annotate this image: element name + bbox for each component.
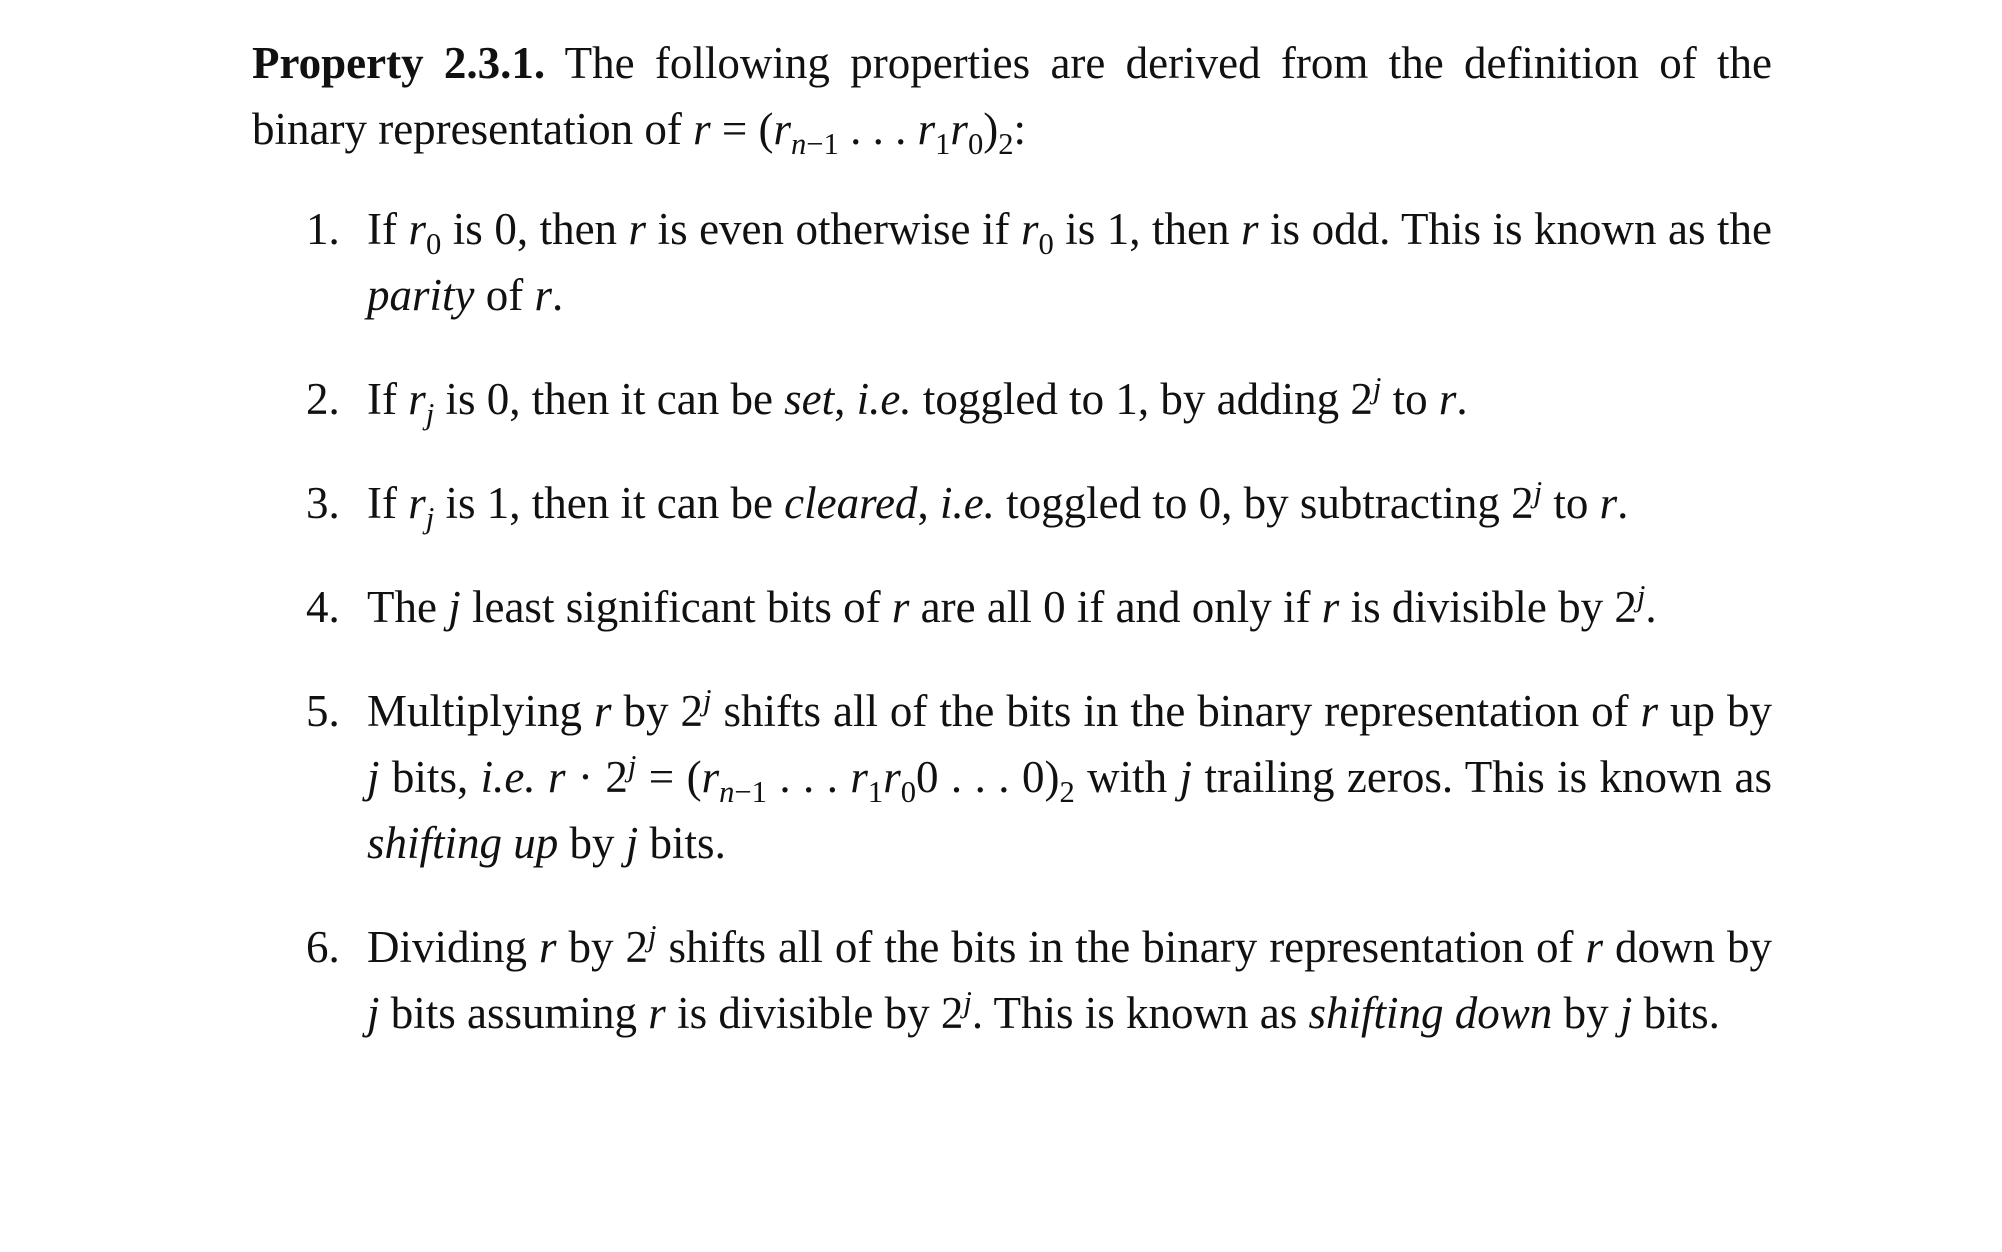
- item-text: is divisible by 2: [665, 988, 964, 1038]
- math-rj: r: [408, 478, 426, 528]
- item-text: ,: [834, 374, 857, 424]
- item-text: least significant bits of: [460, 582, 892, 632]
- item-number: 3.: [306, 478, 340, 528]
- emphasis-cleared: cleared: [784, 478, 918, 528]
- item-text: is 0, then: [441, 204, 629, 254]
- item-text: Dividing: [367, 922, 539, 972]
- item-text: shifts all of the bits in the binary rep…: [711, 686, 1641, 736]
- list-item: 6. Dividing r by 2j shifts all of the bi…: [252, 914, 1772, 1046]
- item-text: is 0, then it can be: [434, 374, 785, 424]
- list-item: 1. If r0 is 0, then r is even otherwise …: [252, 196, 1772, 328]
- item-text: The: [367, 582, 449, 632]
- item-number: 5.: [306, 686, 340, 736]
- item-number: 1.: [306, 204, 340, 254]
- item-text: bits,: [379, 752, 481, 802]
- math-rj: r: [408, 374, 426, 424]
- item-text: bits.: [1632, 988, 1720, 1038]
- emphasis-set: set: [784, 374, 835, 424]
- emphasis-parity: parity: [367, 270, 475, 320]
- list-item: 5. Multiplying r by 2j shifts all of the…: [252, 678, 1772, 876]
- item-text: down by: [1603, 922, 1773, 972]
- list-item: 2. If rj is 0, then it can be set, i.e. …: [252, 366, 1772, 432]
- item-text: up by: [1658, 686, 1773, 736]
- property-list: 1. If r0 is 0, then r is even otherwise …: [252, 196, 1772, 1046]
- item-text: is 1, then: [1053, 204, 1242, 254]
- item-text: bits.: [638, 818, 726, 868]
- emphasis-ie: i.e.: [856, 374, 912, 424]
- item-text: is odd. This is known as the: [1258, 204, 1772, 254]
- item-text: Multiplying: [367, 686, 595, 736]
- item-text: by 2: [611, 686, 704, 736]
- item-text: toggled to 1, by adding 2: [911, 374, 1373, 424]
- item-text: If: [367, 204, 409, 254]
- item-text: is even otherwise if: [646, 204, 1021, 254]
- math-binary-representation: r: [693, 104, 711, 154]
- document-page: Property 2.3.1. The following properties…: [252, 30, 1772, 1084]
- emphasis-ie: i.e.: [939, 478, 995, 528]
- item-text: by: [558, 818, 626, 868]
- item-text: is divisible by 2: [1339, 582, 1637, 632]
- item-text: If: [367, 374, 409, 424]
- item-text: are all 0 if and only if: [909, 582, 1322, 632]
- item-text: is 1, then it can be: [434, 478, 785, 528]
- math-r0: r: [408, 204, 426, 254]
- item-text: toggled to 0, by subtracting 2: [994, 478, 1534, 528]
- emphasis-shifting-up: shifting up: [367, 818, 559, 868]
- item-text: trailing zeros. This is known as: [1192, 752, 1772, 802]
- item-text: to: [1381, 374, 1439, 424]
- math-shift-up-equation: r · 2j = (rn−1 . . . r1r00 . . . 0)2: [548, 749, 1075, 809]
- item-number: 4.: [306, 582, 340, 632]
- item-text: with: [1074, 752, 1180, 802]
- item-text: by 2: [556, 922, 648, 972]
- item-number: 2.: [306, 374, 340, 424]
- item-text: by: [1552, 988, 1620, 1038]
- item-text: to: [1542, 478, 1600, 528]
- list-item: 4. The j least significant bits of r are…: [252, 574, 1772, 640]
- item-text: bits assuming: [379, 988, 649, 1038]
- item-text: of: [474, 270, 535, 320]
- emphasis-ie: i.e.: [480, 752, 536, 802]
- item-number: 6.: [306, 922, 340, 972]
- list-item: 3. If rj is 1, then it can be cleared, i…: [252, 470, 1772, 536]
- item-text: . This is known as: [971, 988, 1309, 1038]
- item-text: shifts all of the bits in the binary rep…: [656, 922, 1586, 972]
- property-statement: Property 2.3.1. The following properties…: [252, 38, 1772, 161]
- item-text: ,: [917, 478, 940, 528]
- item-text: If: [367, 478, 409, 528]
- property-heading: Property 2.3.1.: [252, 38, 546, 88]
- emphasis-shifting-down: shifting down: [1308, 988, 1553, 1038]
